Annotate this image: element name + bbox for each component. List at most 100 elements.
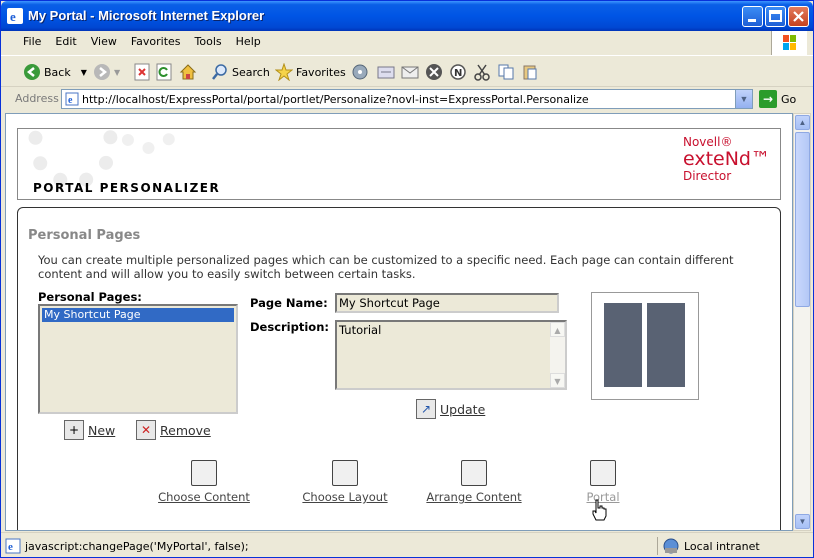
forward-button[interactable]: ▼ [93, 62, 120, 82]
arrange-content-button[interactable]: Arrange Content [426, 460, 522, 504]
windows-logo [771, 31, 807, 55]
scroll-thumb[interactable] [795, 132, 810, 307]
scroll-up-icon[interactable]: ▲ [550, 322, 565, 337]
remove-link[interactable]: Remove [160, 423, 211, 438]
maximize-button[interactable] [765, 6, 786, 27]
menu-view[interactable]: View [84, 31, 124, 48]
menu-edit[interactable]: Edit [48, 31, 83, 48]
cut-icon[interactable] [473, 62, 491, 82]
portal-icon [590, 460, 616, 486]
address-url[interactable]: http://localhost/ExpressPortal/portal/po… [82, 93, 589, 106]
search-button[interactable]: Search [211, 62, 270, 82]
page-name-field[interactable]: My Shortcut Page [335, 293, 559, 313]
choose-content-button[interactable]: Choose Content [158, 460, 250, 504]
menu-file[interactable]: File [5, 31, 48, 48]
personal-pages-panel: Personal Pages You can create multiple p… [17, 207, 781, 530]
update-icon: ↗ [416, 399, 436, 419]
refresh-icon[interactable] [155, 62, 173, 82]
forward-dropdown-icon[interactable]: ▼ [114, 68, 120, 77]
title-bar[interactable]: e My Portal - Microsoft Internet Explore… [1, 1, 813, 31]
list-item[interactable]: My Shortcut Page [42, 308, 234, 322]
history-icon[interactable] [377, 62, 395, 82]
menu-help[interactable]: Help [229, 31, 268, 48]
window-title: My Portal - Microsoft Internet Explorer [28, 8, 265, 23]
close-icon [793, 11, 804, 22]
arrange-content-icon [461, 460, 487, 486]
portal-button[interactable]: Portal [578, 460, 628, 504]
favorites-button[interactable]: Favorites [275, 62, 346, 82]
forward-arrow-icon [94, 64, 110, 80]
page-icon: e [65, 92, 79, 106]
back-button[interactable]: Back ▼ [23, 62, 87, 82]
portal-banner: PORTAL PERSONALIZER Novell® exteNd™ Dire… [17, 128, 781, 200]
personal-pages-list[interactable]: My Shortcut Page [38, 304, 238, 414]
favorites-label: Favorites [296, 65, 346, 79]
close-button[interactable] [788, 6, 809, 27]
print-icon[interactable] [425, 62, 443, 82]
scroll-down-icon[interactable]: ▼ [795, 514, 810, 529]
update-link[interactable]: Update [440, 402, 485, 417]
remove-page-button[interactable]: ✕ Remove [136, 420, 211, 440]
choose-layout-link[interactable]: Choose Layout [302, 490, 387, 504]
address-bar: Address e http://localhost/ExpressPortal… [1, 87, 813, 111]
messenger-icon[interactable]: N [449, 62, 467, 82]
choose-layout-icon [332, 460, 358, 486]
minimize-button[interactable] [742, 6, 763, 27]
windows-flag-icon [783, 35, 796, 50]
status-bar: e javascript:changePage('MyPortal', fals… [1, 532, 813, 557]
scroll-up-icon[interactable]: ▲ [795, 115, 810, 130]
description-text: Tutorial [339, 323, 382, 337]
back-arrow-icon [24, 64, 40, 80]
page-name-label: Page Name: [250, 296, 328, 310]
status-left: e javascript:changePage('MyPortal', fals… [5, 537, 653, 555]
logo-line3: Director [682, 169, 732, 183]
choose-layout-button[interactable]: Choose Layout [302, 460, 388, 504]
status-text: javascript:changePage('MyPortal', false)… [25, 539, 249, 553]
remove-icon: ✕ [136, 420, 156, 440]
back-label: Back [44, 65, 71, 79]
page-scrollbar[interactable]: ▲ ▼ [793, 113, 811, 531]
new-page-icon: + [64, 420, 84, 440]
intranet-icon [663, 538, 679, 554]
address-field[interactable]: e http://localhost/ExpressPortal/portal/… [61, 89, 753, 109]
go-arrow-icon: → [759, 90, 777, 108]
back-dropdown-icon[interactable]: ▼ [81, 68, 87, 77]
choose-content-link[interactable]: Choose Content [158, 490, 250, 504]
menu-favorites[interactable]: Favorites [124, 31, 188, 48]
hand-cursor-icon [592, 499, 607, 521]
address-dropdown-icon[interactable]: ▼ [735, 90, 752, 108]
svg-text:e: e [8, 541, 13, 553]
update-button[interactable]: ↗ Update [416, 399, 485, 419]
new-link[interactable]: New [88, 423, 115, 438]
choose-content-icon [191, 460, 217, 486]
maximize-icon [769, 10, 782, 22]
textarea-scrollbar[interactable]: ▲ ▼ [550, 322, 565, 388]
security-zone: Local intranet [657, 537, 807, 555]
media-icon[interactable] [351, 62, 369, 82]
page-status-icon: e [5, 538, 21, 554]
paste-icon[interactable] [521, 62, 539, 82]
personal-pages-label: Personal Pages: [38, 290, 142, 304]
copy-icon[interactable] [497, 62, 515, 82]
layout-column [647, 303, 685, 387]
svg-text:e: e [10, 9, 16, 24]
favorites-star-icon [275, 63, 293, 81]
standard-toolbar: Back ▼ ▼ Search Favorites N [1, 55, 813, 87]
description-textarea[interactable]: Tutorial ▲ ▼ [335, 320, 567, 390]
home-icon[interactable] [179, 62, 197, 82]
stop-icon[interactable] [133, 62, 151, 82]
go-button[interactable]: → Go [759, 90, 796, 108]
scroll-down-icon[interactable]: ▼ [550, 373, 565, 388]
ie-app-icon: e [7, 8, 23, 24]
arrange-content-link[interactable]: Arrange Content [426, 490, 521, 504]
zone-label: Local intranet [684, 539, 760, 553]
gear-decoration [28, 129, 118, 189]
address-label: Address [15, 92, 59, 105]
new-page-button[interactable]: + New [64, 420, 115, 440]
mail-icon[interactable] [401, 62, 419, 82]
portal-title: PORTAL PERSONALIZER [33, 181, 221, 195]
description-label: Description: [250, 320, 329, 334]
logo-line1: Novell® [682, 135, 733, 149]
logo-line2: exteNd™ [682, 148, 770, 170]
menu-tools[interactable]: Tools [188, 31, 229, 48]
